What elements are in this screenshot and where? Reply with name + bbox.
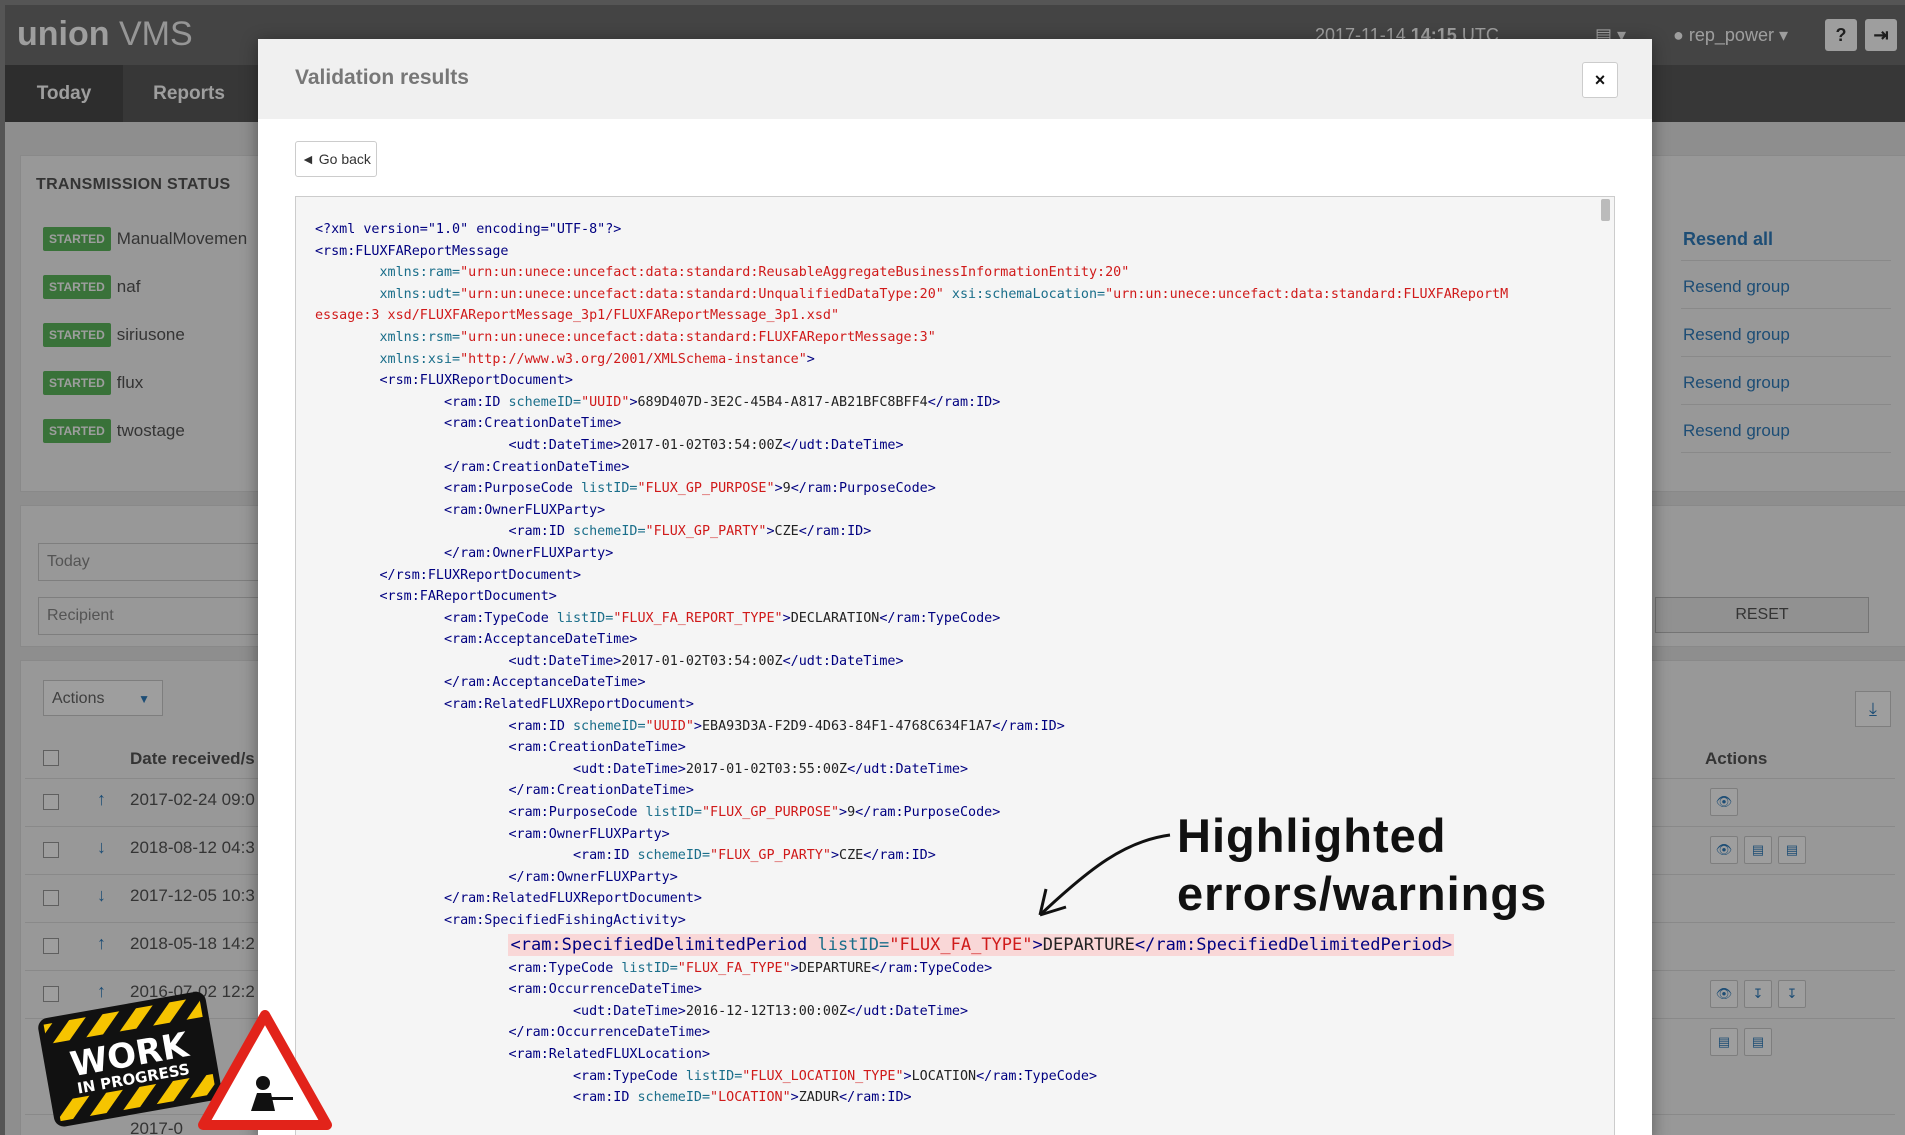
scrollbar-thumb[interactable] [1601, 199, 1610, 221]
xml-content: <?xml version="1.0" encoding="UTF-8"?> <… [315, 222, 1509, 1106]
modal-title: Validation results [295, 66, 469, 89]
xml-viewer[interactable]: <?xml version="1.0" encoding="UTF-8"?> <… [295, 196, 1615, 1135]
back-arrow-icon: ◄ [301, 151, 315, 167]
app-background: union VMS 2017-11-14 14:15 UTC ▤ ▾ ● rep… [5, 5, 1905, 1135]
close-button[interactable]: × [1582, 62, 1618, 98]
annotation-callout: Highlighted errors/warnings [1177, 809, 1548, 920]
highlighted-error-line: <ram:SpecifiedDelimitedPeriod listID="FL… [508, 933, 1455, 956]
validation-results-modal: Validation results × ◄ Go back <?xml ver… [258, 39, 1652, 1135]
callout-arrow-icon [1038, 833, 1171, 917]
work-in-progress-badge: WORK IN PROGRESS [38, 991, 332, 1130]
modal-header: Validation results × [258, 39, 1652, 119]
go-back-button[interactable]: ◄ Go back [295, 141, 377, 177]
